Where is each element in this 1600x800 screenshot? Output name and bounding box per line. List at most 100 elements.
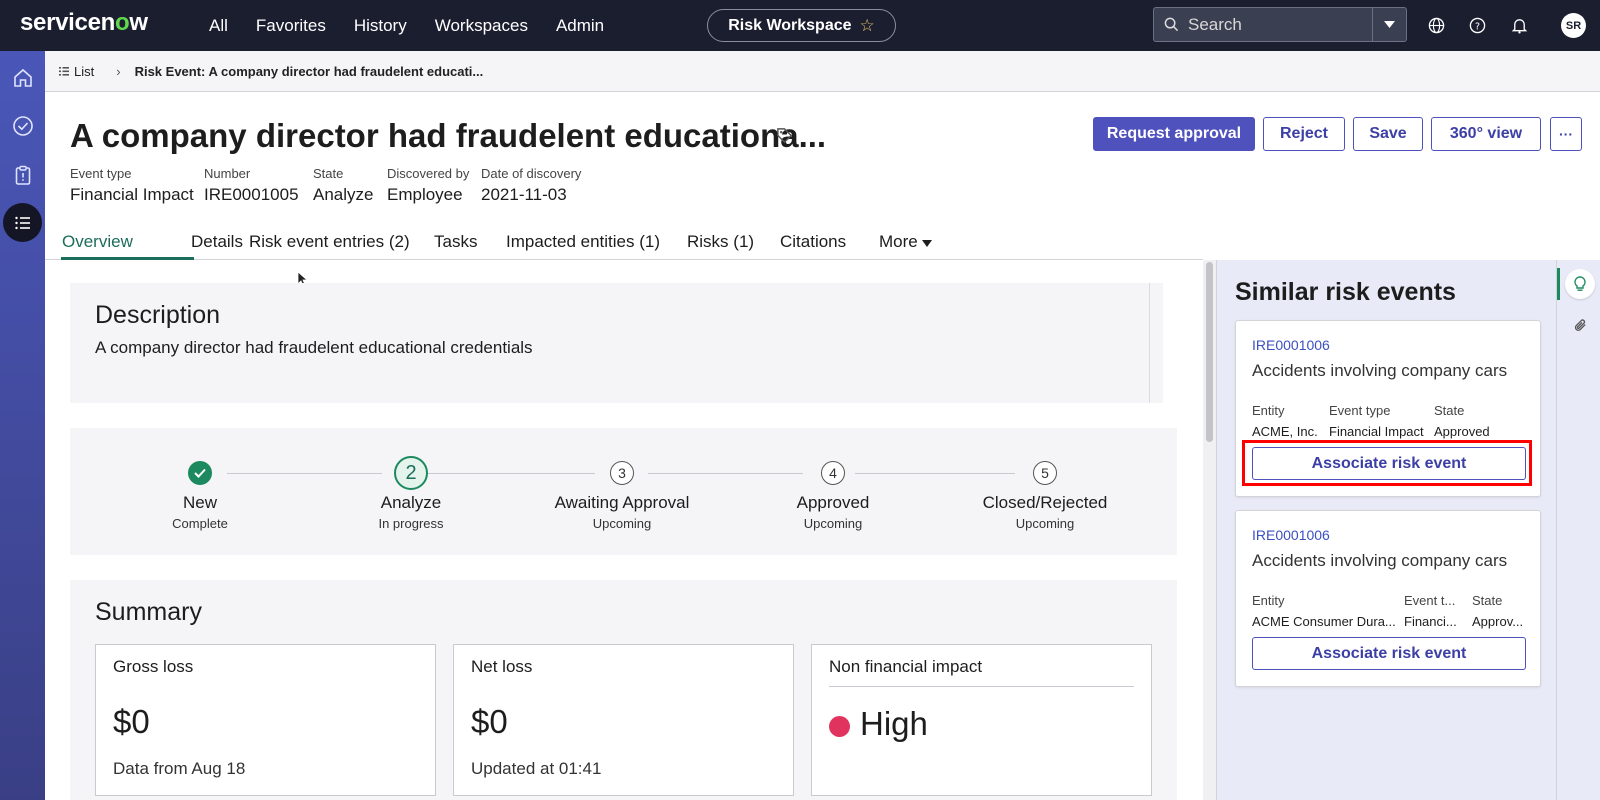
nav-history[interactable]: History xyxy=(354,16,407,36)
field-value: Financi... xyxy=(1404,614,1457,629)
step-closed-rejected: 5 Closed/Rejected Upcoming xyxy=(955,461,1135,531)
help-icon[interactable]: ? xyxy=(1467,15,1487,35)
search-scope-dropdown[interactable] xyxy=(1372,8,1406,41)
description-text: A company director had fraudelent educat… xyxy=(95,338,533,357)
meta-label: Number xyxy=(204,166,251,181)
breadcrumb-list-link[interactable]: List xyxy=(59,64,94,79)
meta-label: Discovered by xyxy=(387,166,470,181)
tag-icon[interactable] xyxy=(776,127,793,149)
more-actions-button[interactable]: ··· xyxy=(1550,117,1582,151)
summary-title: Summary xyxy=(95,598,202,626)
global-search[interactable]: Search xyxy=(1153,7,1407,42)
search-input[interactable]: Search xyxy=(1188,15,1372,35)
card-divider xyxy=(829,686,1134,687)
list-small-icon xyxy=(59,66,69,76)
card-title: Net loss xyxy=(471,657,533,676)
impact-level-value: High xyxy=(860,705,928,742)
card-note: Data from Aug 18 xyxy=(113,759,246,778)
field-value: Financial Impact xyxy=(1329,424,1424,439)
tab-risks[interactable]: Risks (1) xyxy=(687,232,754,252)
meta-label: State xyxy=(313,166,344,181)
meta-value: Employee xyxy=(387,185,463,204)
home-icon[interactable] xyxy=(7,62,38,93)
associate-risk-event-button[interactable]: Associate risk event xyxy=(1252,637,1526,670)
lightbulb-icon[interactable] xyxy=(1565,269,1595,299)
state-stepper: New Complete 2 Analyze In progress 3 Awa… xyxy=(70,428,1177,555)
step-name: Analyze xyxy=(380,493,442,512)
step-name: New xyxy=(182,493,217,512)
360-view-button[interactable]: 360° view xyxy=(1431,117,1541,151)
card-note: Updated at 01:41 xyxy=(471,759,602,778)
tab-overview[interactable]: Overview xyxy=(62,232,133,252)
meta-value: Financial Impact xyxy=(70,185,194,204)
globe-icon[interactable] xyxy=(1426,15,1446,35)
breadcrumb-current[interactable]: Risk Event: A company director had fraud… xyxy=(135,64,484,79)
similar-event-link[interactable]: IRE0001006 xyxy=(1252,337,1330,353)
list-icon[interactable] xyxy=(3,203,42,242)
search-icon xyxy=(1154,17,1188,32)
tab-more[interactable]: More xyxy=(879,232,933,252)
meta-value: 2021-11-03 xyxy=(481,185,567,204)
check-circle-icon[interactable] xyxy=(7,110,38,141)
nav-links: All Favorites History Workspaces Admin xyxy=(209,0,604,51)
nav-favorites[interactable]: Favorites xyxy=(256,16,326,36)
request-approval-button[interactable]: Request approval xyxy=(1093,117,1255,151)
impact-level-dot xyxy=(829,716,850,737)
description-scrollbar[interactable] xyxy=(1149,283,1163,403)
servicenow-logo[interactable]: servicenow xyxy=(20,9,148,37)
meta-label: Event type xyxy=(70,166,132,181)
field-label: Entity xyxy=(1252,593,1285,608)
tab-impacted-entities[interactable]: Impacted entities (1) xyxy=(506,232,660,252)
reject-button[interactable]: Reject xyxy=(1263,117,1345,151)
similar-event-title: Accidents involving company cars xyxy=(1252,361,1508,380)
step-status: Upcoming xyxy=(592,516,652,531)
user-avatar[interactable]: SR xyxy=(1561,13,1586,38)
main-scrollbar-thumb[interactable] xyxy=(1206,262,1213,442)
similar-event-field: Entity ACME, Inc. xyxy=(1252,403,1318,439)
nav-all[interactable]: All xyxy=(209,16,228,36)
step-status: Upcoming xyxy=(1015,516,1075,531)
breadcrumb-list-label: List xyxy=(74,63,95,79)
caret-down-icon xyxy=(922,240,933,247)
card-value: $0 xyxy=(471,703,508,740)
tab-risk-event-entries[interactable]: Risk event entries (2) xyxy=(249,232,410,252)
meta-discovered-by: Discovered by Employee xyxy=(387,166,469,205)
tab-tasks[interactable]: Tasks xyxy=(434,232,477,252)
nav-admin[interactable]: Admin xyxy=(556,16,604,36)
step-number: 2 xyxy=(394,456,428,490)
meta-value: IRE0001005 xyxy=(204,185,299,204)
bell-icon[interactable] xyxy=(1509,15,1529,35)
field-label: Entity xyxy=(1252,403,1285,418)
workspace-pill[interactable]: Risk Workspace ☆ xyxy=(707,9,896,42)
nav-workspaces[interactable]: Workspaces xyxy=(435,16,528,36)
breadcrumb: List › Risk Event: A company director ha… xyxy=(45,51,1600,92)
main-scrollbar[interactable] xyxy=(1203,260,1216,800)
card-title: Gross loss xyxy=(113,657,194,676)
field-value: Approved xyxy=(1434,424,1490,439)
step-approved: 4 Approved Upcoming xyxy=(743,461,923,531)
net-loss-card: Net loss $0 Updated at 01:41 xyxy=(453,644,794,796)
save-button[interactable]: Save xyxy=(1353,117,1423,151)
associate-risk-event-button[interactable]: Associate risk event xyxy=(1252,447,1526,480)
meta-state: State Analyze xyxy=(313,166,373,205)
field-value: Approv... xyxy=(1472,614,1524,629)
left-rail xyxy=(0,51,45,800)
similar-event-link[interactable]: IRE0001006 xyxy=(1252,527,1330,543)
svg-text:?: ? xyxy=(1474,21,1479,32)
paperclip-icon[interactable] xyxy=(1565,310,1595,340)
tab-citations[interactable]: Citations xyxy=(780,232,846,252)
active-rail-indicator xyxy=(1557,268,1560,300)
similar-event-card: IRE0001006 Accidents involving company c… xyxy=(1235,510,1541,687)
step-status: Complete xyxy=(172,516,228,531)
similar-event-title: Accidents involving company cars xyxy=(1252,551,1508,570)
step-status: In progress xyxy=(378,516,444,531)
step-number: 5 xyxy=(1033,461,1057,485)
star-icon[interactable]: ☆ xyxy=(860,16,875,36)
similar-risk-events-title: Similar risk events xyxy=(1235,278,1456,306)
clipboard-icon[interactable] xyxy=(7,159,38,190)
contextual-side-rail xyxy=(1556,260,1600,800)
step-number: 4 xyxy=(821,461,845,485)
similar-event-card: IRE0001006 Accidents involving company c… xyxy=(1235,320,1541,497)
tab-details[interactable]: Details xyxy=(191,232,243,252)
step-awaiting-approval: 3 Awaiting Approval Upcoming xyxy=(532,461,712,531)
